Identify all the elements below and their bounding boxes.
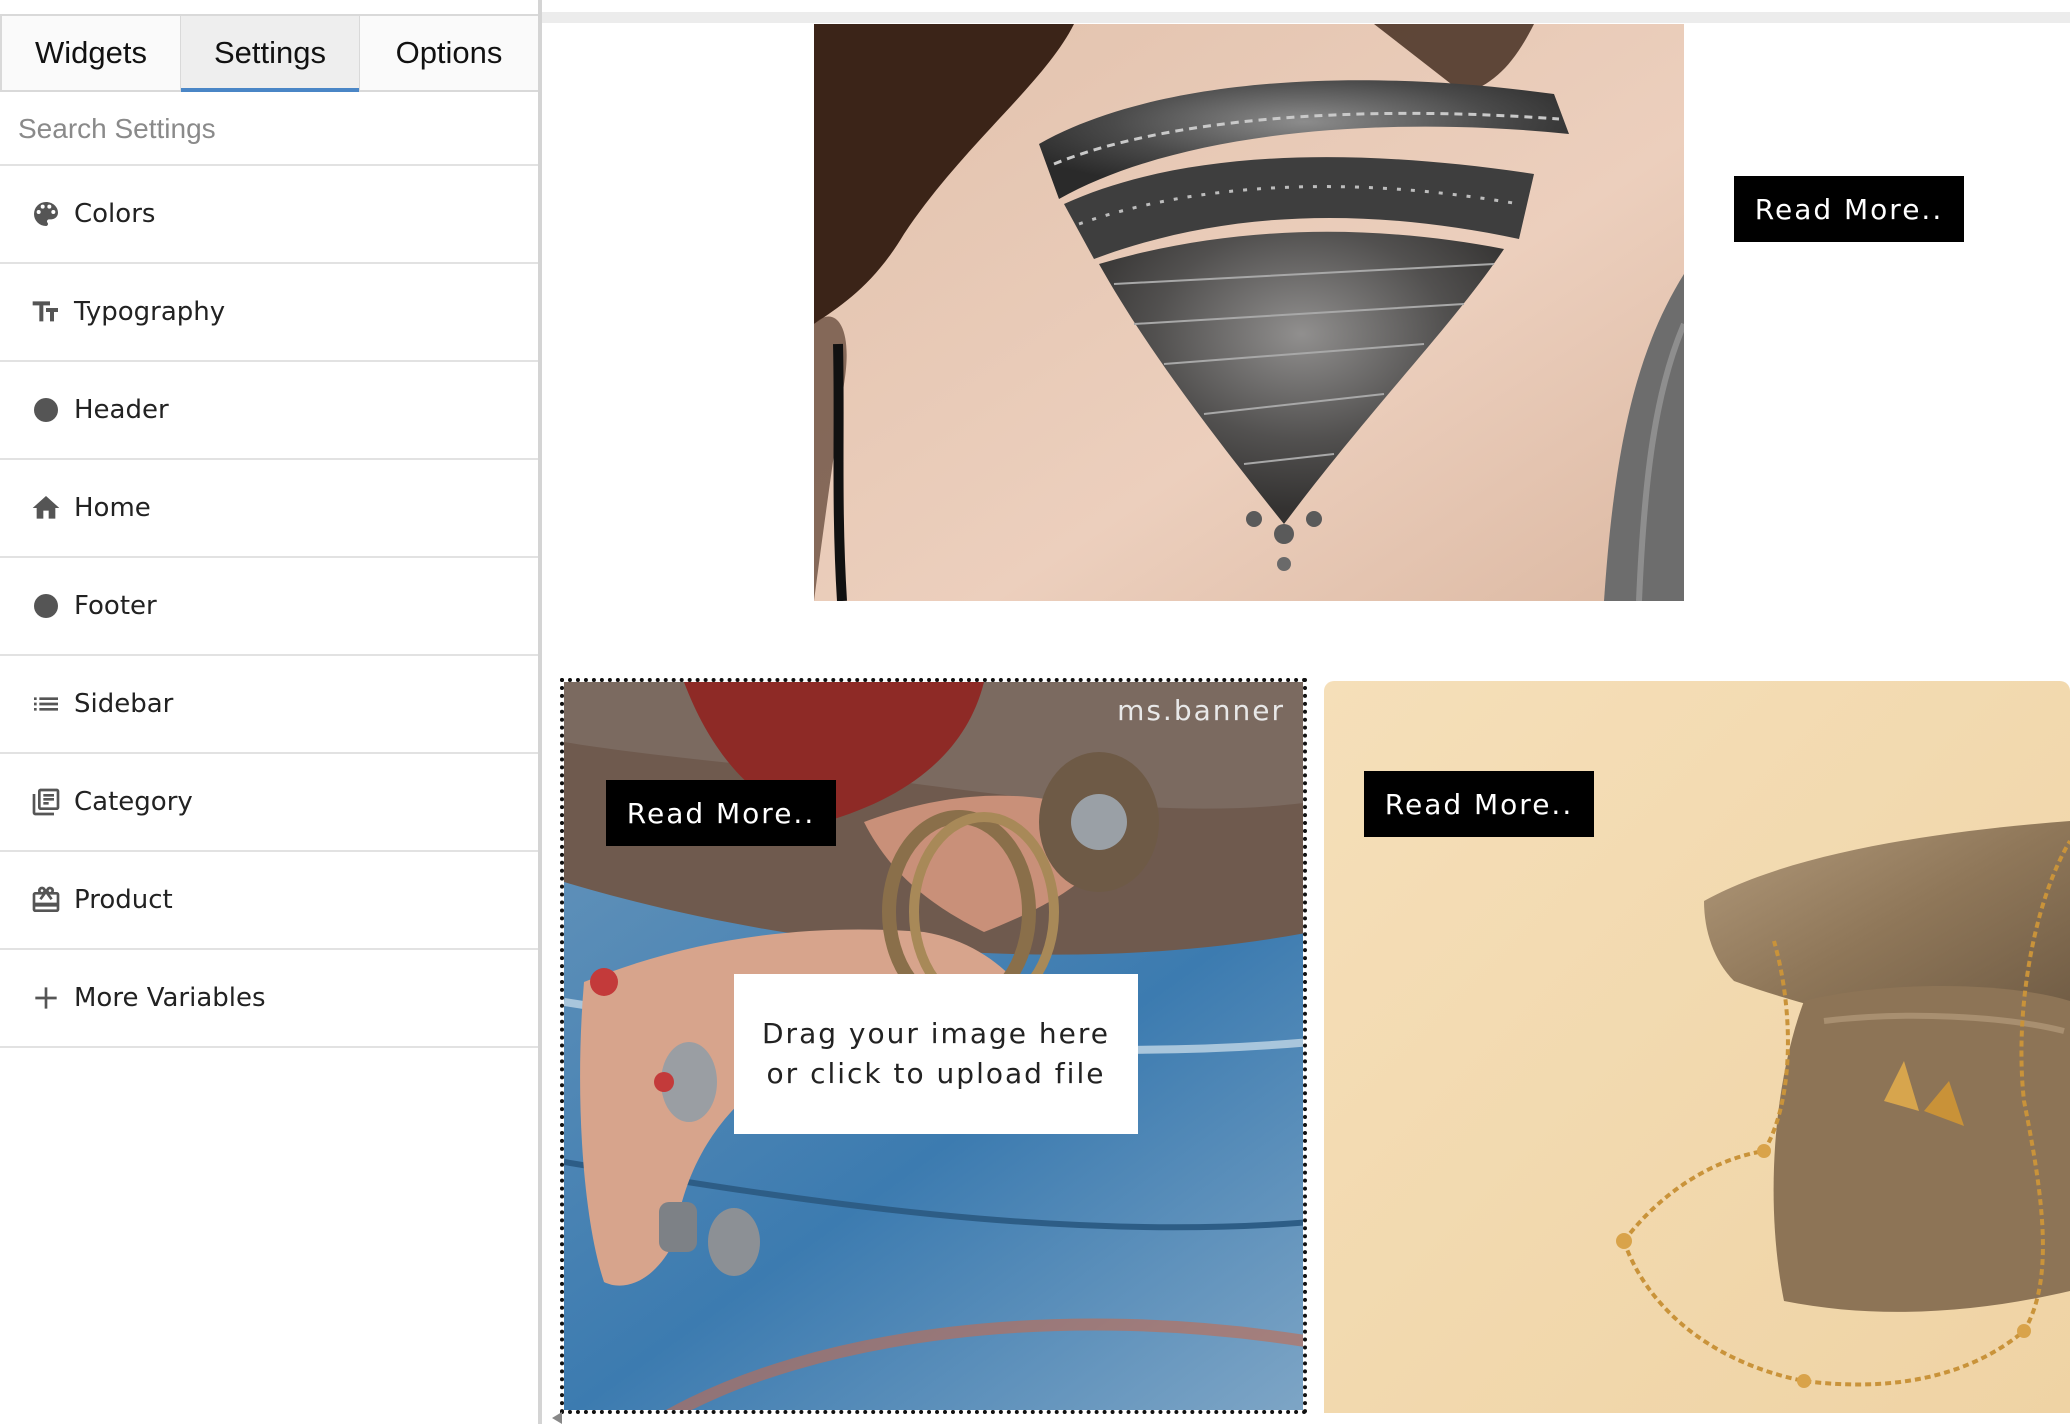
hero-read-more-button[interactable]: Read More.. (1734, 176, 1964, 242)
plus-icon (30, 982, 62, 1014)
circle-icon (30, 394, 62, 426)
menu-item-product[interactable]: Product (0, 852, 540, 950)
library-icon (30, 786, 62, 818)
side-banner-read-more-button[interactable]: Read More.. (1364, 771, 1594, 837)
menu-item-category[interactable]: Category (0, 754, 540, 852)
product-box-icon (30, 884, 62, 916)
scroll-left-icon[interactable] (552, 1412, 562, 1424)
menu-label: Colors (74, 199, 156, 229)
menu-label: Footer (74, 591, 157, 621)
menu-item-footer[interactable]: Footer (0, 558, 540, 656)
tab-widgets[interactable]: Widgets (2, 16, 181, 90)
search-settings (0, 94, 540, 166)
image-upload-dropzone[interactable]: Drag your image here or click to upload … (734, 974, 1138, 1134)
sidebar-tabs: Widgets Settings Options (0, 14, 540, 92)
menu-item-typography[interactable]: Typography (0, 264, 540, 362)
menu-label: Category (74, 787, 193, 817)
settings-menu: Colors Typography Header Home Footer Sid… (0, 166, 540, 1048)
circle-icon (30, 590, 62, 622)
canvas-top-strip (542, 12, 2070, 23)
menu-label: Sidebar (74, 689, 174, 719)
tab-settings[interactable]: Settings (181, 16, 360, 92)
hero-necklace-image[interactable] (814, 24, 1684, 601)
menu-item-sidebar[interactable]: Sidebar (0, 656, 540, 754)
home-icon (30, 492, 62, 524)
upload-instruction-line-1: Drag your image here (762, 1017, 1110, 1050)
typography-icon (30, 296, 62, 328)
list-icon (30, 688, 62, 720)
menu-item-home[interactable]: Home (0, 460, 540, 558)
page-canvas: Read More.. ms.banner Read More.. Drag y… (542, 0, 2070, 1424)
menu-item-colors[interactable]: Colors (0, 166, 540, 264)
tab-options[interactable]: Options (360, 16, 538, 90)
palette-icon (30, 198, 62, 230)
menu-item-header[interactable]: Header (0, 362, 540, 460)
banner-tag-label: ms.banner (1117, 694, 1285, 727)
menu-label: More Variables (74, 983, 266, 1013)
menu-label: Header (74, 395, 169, 425)
menu-item-more-variables[interactable]: More Variables (0, 950, 540, 1048)
upload-instruction-line-2: or click to upload file (766, 1057, 1106, 1090)
ms-banner-block[interactable]: ms.banner Read More.. Drag your image he… (560, 678, 1307, 1414)
menu-label: Typography (74, 297, 226, 327)
menu-label: Product (74, 885, 173, 915)
search-input[interactable] (0, 94, 540, 164)
menu-label: Home (74, 493, 151, 523)
settings-sidebar: Widgets Settings Options Colors Typograp… (0, 0, 540, 1424)
banner-read-more-button[interactable]: Read More.. (606, 780, 836, 846)
